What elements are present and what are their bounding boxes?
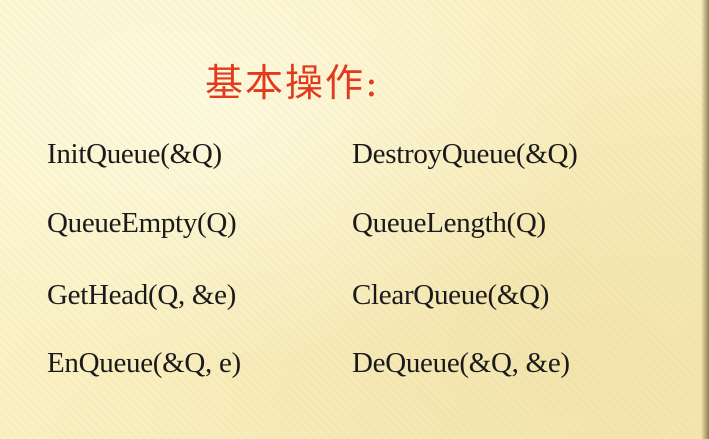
operation-destroy-queue: DestroyQueue(&Q) bbox=[352, 138, 578, 170]
operation-queue-empty: QueueEmpty(Q) bbox=[47, 207, 237, 239]
slide: 基本操作: InitQueue(&Q) DestroyQueue(&Q) Que… bbox=[0, 0, 709, 439]
frame-edge bbox=[701, 0, 709, 439]
operation-get-head: GetHead(Q, &e) bbox=[47, 279, 237, 311]
operation-enqueue: EnQueue(&Q, e) bbox=[47, 347, 241, 379]
operation-clear-queue: ClearQueue(&Q) bbox=[352, 279, 550, 311]
operation-queue-length: QueueLength(Q) bbox=[352, 207, 546, 239]
operation-init-queue: InitQueue(&Q) bbox=[47, 138, 222, 170]
slide-title: 基本操作: bbox=[205, 61, 380, 105]
operation-dequeue: DeQueue(&Q, &e) bbox=[352, 347, 570, 379]
